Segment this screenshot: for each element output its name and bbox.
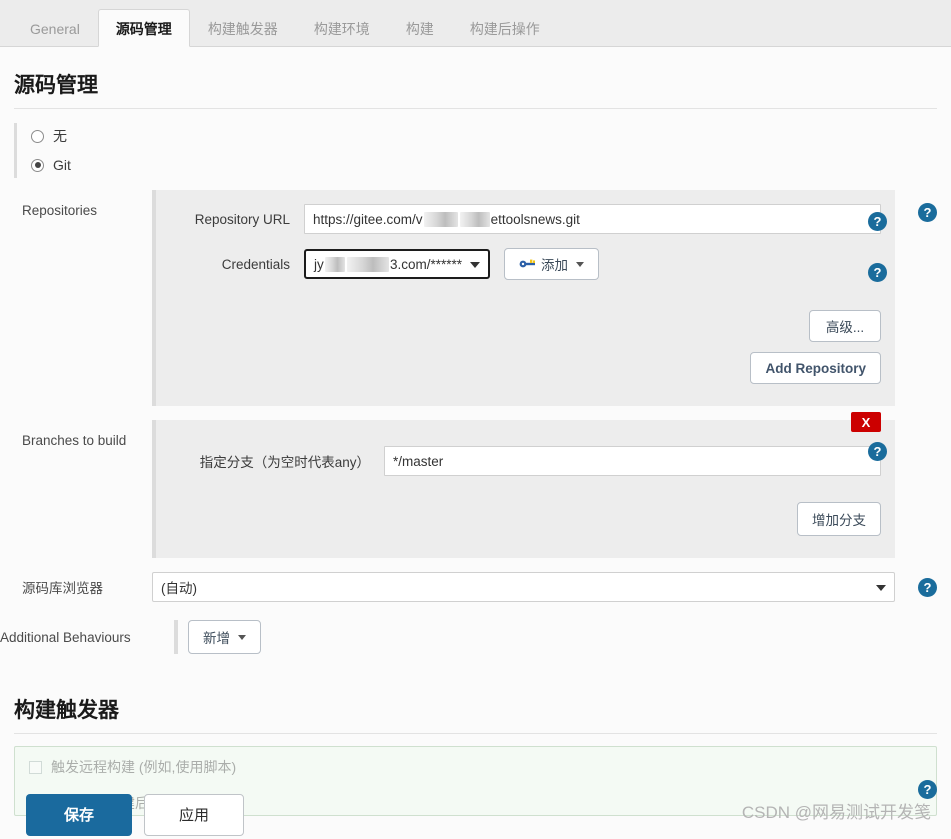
tab-build[interactable]: 构建 (388, 9, 452, 47)
action-bar: 保存 应用 (0, 790, 951, 839)
repository-browser-row: 源码库浏览器 (自动) ? (0, 572, 951, 602)
add-repository-button[interactable]: Add Repository (750, 352, 881, 384)
repository-browser-value: (自动) (161, 577, 197, 597)
help-icon-repositories[interactable]: ? (918, 203, 937, 222)
branch-specifier-label: 指定分支（为空时代表any） (170, 451, 384, 471)
chevron-down-icon (876, 585, 886, 591)
trigger-remote-build-label: 触发远程构建 (例如,使用脚本) (51, 757, 236, 777)
repository-url-prefix: https://gitee.com/v (313, 212, 423, 227)
checkbox-trigger-remote-build[interactable] (29, 761, 42, 774)
repository-url-row: Repository URL https://gitee.com/v ettoo… (156, 204, 895, 234)
add-branch-button[interactable]: 增加分支 (797, 502, 881, 536)
branches-panel: 指定分支（为空时代表any） 增加分支 X (152, 420, 895, 558)
credentials-row: Credentials jy 3.com/****** (156, 248, 895, 280)
page-title: 源码管理 (14, 47, 937, 109)
redaction-block (424, 212, 458, 227)
save-button[interactable]: 保存 (26, 794, 132, 836)
add-behaviour-label: 新增 (203, 627, 230, 647)
advanced-row: 高级... (156, 310, 895, 342)
tab-bar: General 源码管理 构建触发器 构建环境 构建 构建后操作 (0, 0, 951, 47)
tab-general[interactable]: General (12, 9, 98, 47)
tab-build-triggers[interactable]: 构建触发器 (190, 9, 296, 47)
scm-options: 无 Git (14, 123, 951, 178)
chevron-down-icon (576, 262, 584, 267)
add-repository-row: Add Repository (156, 352, 895, 384)
add-credentials-button[interactable]: 添加 (504, 248, 599, 280)
add-credentials-label: 添加 (541, 254, 568, 274)
branches-label: Branches to build (0, 420, 152, 448)
redaction-block (347, 257, 388, 272)
trigger-remote-build-row[interactable]: 触发远程构建 (例如,使用脚本) (29, 757, 922, 777)
triggers-section: 构建触发器 (0, 672, 951, 734)
chevron-down-icon (470, 262, 480, 268)
tab-source-code-management[interactable]: 源码管理 (98, 9, 190, 47)
key-icon (519, 257, 536, 272)
help-icon-repository-url[interactable]: ? (868, 212, 887, 231)
triggers-title: 构建触发器 (14, 672, 937, 734)
apply-button[interactable]: 应用 (144, 794, 244, 836)
add-behaviour-button[interactable]: 新增 (188, 620, 261, 654)
repository-browser-label: 源码库浏览器 (0, 577, 152, 597)
repositories-panel: Repository URL https://gitee.com/v ettoo… (152, 190, 895, 406)
scm-section: 源码管理 (0, 47, 951, 109)
scm-option-git[interactable]: Git (31, 152, 951, 178)
branch-specifier-input[interactable] (384, 446, 881, 476)
advanced-button[interactable]: 高级... (809, 310, 881, 342)
chevron-down-icon (238, 635, 246, 640)
delete-branch-button[interactable]: X (851, 412, 881, 432)
branch-specifier-row: 指定分支（为空时代表any） (156, 446, 895, 476)
radio-git[interactable] (31, 159, 44, 172)
radio-none-label: 无 (53, 126, 67, 146)
redaction-block (325, 257, 346, 272)
tab-build-environment[interactable]: 构建环境 (296, 9, 388, 47)
credentials-select[interactable]: jy 3.com/****** (304, 249, 490, 279)
redaction-block (460, 212, 490, 227)
help-icon-branches[interactable]: ? (868, 442, 887, 461)
repository-url-input[interactable]: https://gitee.com/v ettoolsnews.git (304, 204, 881, 234)
radio-git-label: Git (53, 157, 71, 173)
repository-browser-select[interactable]: (自动) (152, 572, 895, 602)
credentials-label: Credentials (170, 257, 304, 272)
tab-post-build-actions[interactable]: 构建后操作 (452, 9, 558, 47)
help-icon-credentials[interactable]: ? (868, 263, 887, 282)
repositories-row: Repositories Repository URL https://gite… (0, 190, 951, 406)
repository-url-label: Repository URL (170, 212, 304, 227)
repository-url-suffix: ettoolsnews.git (491, 212, 580, 227)
credentials-suffix: 3.com/****** (390, 257, 462, 272)
additional-behaviours-label: Additional Behaviours (0, 630, 174, 645)
radio-none[interactable] (31, 130, 44, 143)
credentials-prefix: jy (314, 257, 324, 272)
branches-row: Branches to build 指定分支（为空时代表any） 增加分支 X … (0, 420, 951, 558)
additional-behaviours-control: 新增 (174, 620, 895, 654)
repository-browser-control: (自动) (152, 572, 895, 602)
help-icon-repository-browser[interactable]: ? (918, 578, 937, 597)
scm-option-none[interactable]: 无 (31, 123, 951, 149)
additional-behaviours-row: Additional Behaviours 新增 (0, 620, 951, 654)
add-branch-row: 增加分支 (156, 502, 895, 536)
repositories-label: Repositories (0, 190, 152, 218)
